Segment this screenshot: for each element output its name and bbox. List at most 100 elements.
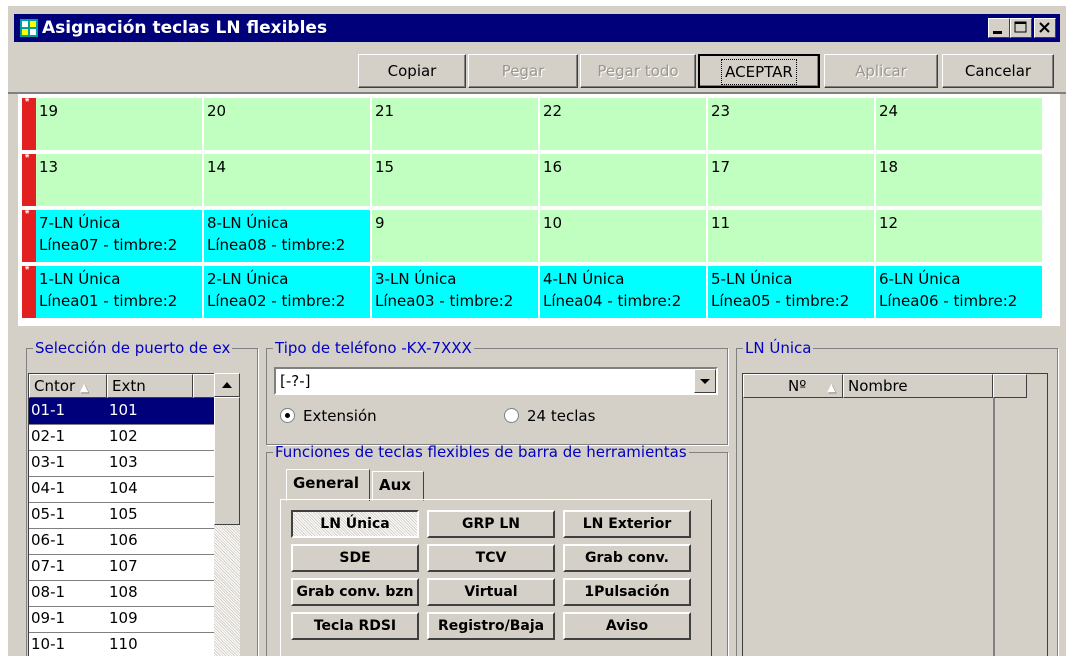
list-item[interactable]: 06-1 106 <box>29 528 215 555</box>
extn-cell: 110 <box>109 635 138 653</box>
extn-cell: 105 <box>109 505 138 523</box>
key-cell[interactable]: 5-LN Única Línea05 - timbre:2 <box>708 266 874 318</box>
list-item[interactable]: 08-1 108 <box>29 580 215 607</box>
col-header-filler <box>993 374 1027 398</box>
list-item[interactable]: 10-1 110 <box>29 632 215 656</box>
dialog-window: Asignación teclas LN flexibles Copiar Pe… <box>8 6 1066 656</box>
row-marker[interactable]: * <box>22 96 37 150</box>
paste-all-button[interactable]: Pegar todo <box>580 54 696 88</box>
radio-24-keys[interactable]: 24 teclas <box>504 405 595 427</box>
accept-button[interactable]: ACEPTAR <box>698 54 820 88</box>
paste-button[interactable]: Pegar <box>468 54 578 88</box>
maximize-button[interactable] <box>1010 18 1032 38</box>
function-button-label: GRP LN <box>461 516 521 532</box>
col-header-cntor[interactable]: Cntor ▲ <box>29 374 107 398</box>
cntor-cell: 07-1 <box>31 557 66 575</box>
function-button[interactable]: LN Exterior <box>563 510 691 538</box>
scroll-up-button[interactable] <box>214 373 240 397</box>
function-button[interactable]: Virtual <box>427 578 555 606</box>
key-cell[interactable]: 13 <box>36 154 202 206</box>
tab-aux[interactable]: Aux <box>372 471 424 501</box>
list-item[interactable]: 01-1 101 <box>29 398 215 425</box>
col-header-no[interactable]: Nº ▲ <box>743 374 843 398</box>
row-marker-star: * <box>25 264 30 276</box>
key-cell[interactable]: 22 <box>540 98 706 150</box>
col-name-label: Nombre <box>848 377 908 395</box>
key-cell[interactable]: 15 <box>372 154 538 206</box>
key-cell[interactable]: 2-LN Única Línea02 - timbre:2 <box>204 266 370 318</box>
phone-type-combo[interactable]: [-?-] <box>274 367 718 395</box>
key-cell[interactable]: 10 <box>540 210 706 262</box>
ln-unica-list[interactable]: Nº ▲ Nombre <box>742 373 1048 656</box>
cancel-button[interactable]: Cancelar <box>942 54 1054 88</box>
function-button-label: LN Exterior <box>582 516 672 532</box>
list-item[interactable]: 04-1 104 <box>29 476 215 503</box>
grid-row: * 1-LN Única Línea01 - timbre:2 2-LN Única L… <box>22 264 1058 320</box>
apply-button[interactable]: Aplicar <box>824 54 938 88</box>
maximize-icon <box>1014 21 1027 33</box>
key-cell[interactable]: 24 <box>876 98 1042 150</box>
extn-cell: 107 <box>109 557 138 575</box>
key-cell[interactable]: 16 <box>540 154 706 206</box>
function-button[interactable]: Tecla RDSI <box>291 612 419 640</box>
key-cell[interactable]: 4-LN Única Línea04 - timbre:2 <box>540 266 706 318</box>
list-item[interactable]: 09-1 109 <box>29 606 215 633</box>
arrow-up-icon <box>222 382 232 388</box>
key-cell[interactable]: 20 <box>204 98 370 150</box>
row-marker[interactable]: * <box>22 264 37 318</box>
key-cell[interactable]: 17 <box>708 154 874 206</box>
scroll-thumb[interactable] <box>214 397 240 525</box>
function-button[interactable]: Grab conv. <box>563 544 691 572</box>
row-marker[interactable]: * <box>22 208 37 262</box>
minimize-button[interactable] <box>988 18 1010 38</box>
key-cell[interactable]: 21 <box>372 98 538 150</box>
key-cell[interactable]: 11 <box>708 210 874 262</box>
tab-general-label: General <box>293 474 359 492</box>
function-button-label: Grab conv. bzn <box>296 584 414 600</box>
key-cell-line: Línea04 - timbre:2 <box>543 292 682 310</box>
key-cell[interactable]: 9 <box>372 210 538 262</box>
extn-cell: 104 <box>109 479 138 497</box>
extn-cell: 103 <box>109 453 138 471</box>
key-cell[interactable]: 12 <box>876 210 1042 262</box>
function-button[interactable]: GRP LN <box>427 510 555 538</box>
tab-general[interactable]: General <box>286 469 370 501</box>
phone-type-legend: Tipo de teléfono -KX-7XXX <box>275 339 472 357</box>
key-cell[interactable]: 1-LN Única Línea01 - timbre:2 <box>36 266 202 318</box>
key-cell[interactable]: 19 <box>36 98 202 150</box>
port-list[interactable]: Cntor ▲ Extn 01-1 101 02-1 102 03-1 103 04-1 10… <box>28 373 216 656</box>
key-cell[interactable]: 3-LN Única Línea03 - timbre:2 <box>372 266 538 318</box>
key-cell[interactable]: 14 <box>204 154 370 206</box>
col-header-name[interactable]: Nombre <box>843 374 993 398</box>
function-button[interactable]: Aviso <box>563 612 691 640</box>
list-item[interactable]: 03-1 103 <box>29 450 215 477</box>
list-item[interactable]: 05-1 105 <box>29 502 215 529</box>
copy-button[interactable]: Copiar <box>358 54 466 88</box>
function-button[interactable]: Grab conv. bzn <box>291 578 419 606</box>
function-button-label: Grab conv. <box>585 550 669 566</box>
key-cell[interactable]: 18 <box>876 154 1042 206</box>
combo-dropdown-button[interactable] <box>694 369 716 393</box>
function-button[interactable]: Registro/Baja <box>427 612 555 640</box>
cntor-cell: 03-1 <box>31 453 66 471</box>
function-button[interactable]: LN Única <box>291 510 419 538</box>
key-cell-label: 9 <box>375 214 385 232</box>
key-cell[interactable]: 6-LN Única Línea06 - timbre:2 <box>876 266 1042 318</box>
key-cell[interactable]: 23 <box>708 98 874 150</box>
key-cell[interactable]: 7-LN Única Línea07 - timbre:2 <box>36 210 202 262</box>
function-button[interactable]: SDE <box>291 544 419 572</box>
radio-extension[interactable]: Extensión <box>280 405 377 427</box>
list-item[interactable]: 02-1 102 <box>29 424 215 451</box>
close-button[interactable] <box>1034 18 1056 38</box>
key-cell[interactable]: 8-LN Única Línea08 - timbre:2 <box>204 210 370 262</box>
extn-cell: 106 <box>109 531 138 549</box>
row-marker[interactable]: * <box>22 152 37 206</box>
sort-asc-icon: ▲ <box>80 381 89 394</box>
list-item[interactable]: 07-1 107 <box>29 554 215 581</box>
col-header-extn[interactable]: Extn <box>107 374 193 398</box>
function-button-label: Aviso <box>605 618 649 634</box>
function-button[interactable]: 1Pulsación <box>563 578 691 606</box>
port-list-scrollbar[interactable] <box>214 373 240 656</box>
function-button[interactable]: TCV <box>427 544 555 572</box>
cntor-cell: 09-1 <box>31 609 66 627</box>
